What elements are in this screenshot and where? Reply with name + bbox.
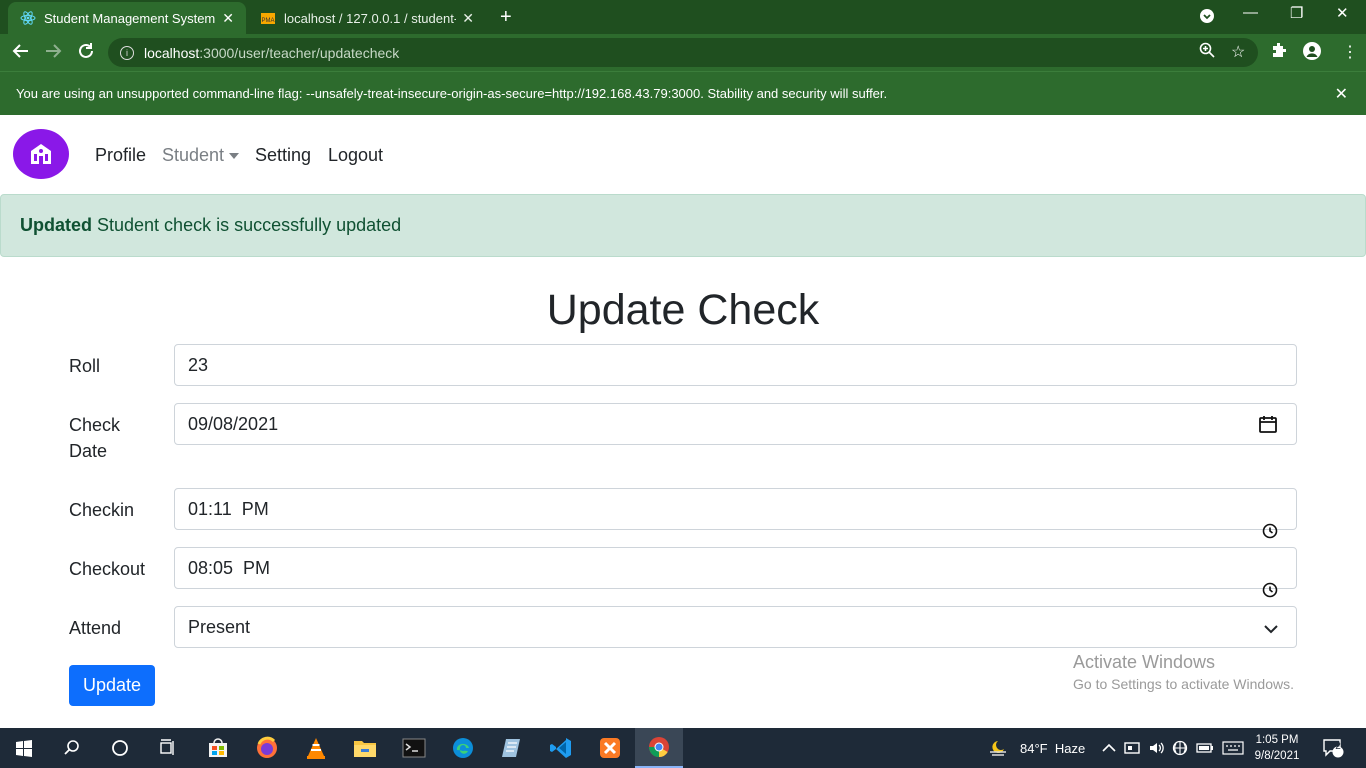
notifications-icon[interactable]: 2 [1322, 728, 1344, 768]
forward-icon[interactable] [44, 42, 62, 65]
attend-select[interactable]: Present [174, 606, 1297, 648]
weather-widget[interactable]: 84°F Haze [988, 728, 1085, 768]
alert-message: Student check is successfully updated [97, 215, 402, 235]
minimize-icon[interactable]: — [1243, 4, 1258, 21]
menu-icon[interactable]: ⋮ [1342, 42, 1358, 62]
network-globe-icon[interactable] [1172, 728, 1188, 768]
windows-start-icon[interactable] [0, 728, 48, 768]
tab-title: Student Management System [44, 10, 216, 26]
weather-haze-icon [988, 738, 1010, 759]
profile-icon[interactable] [1303, 42, 1321, 65]
chevron-down-icon [1264, 620, 1278, 641]
weather-text: 84°F Haze [1020, 740, 1086, 756]
url-bar[interactable]: i localhost:3000/user/teacher/updatechec… [108, 38, 1258, 67]
tray-app-icon[interactable] [1124, 728, 1140, 768]
store-icon[interactable] [194, 728, 242, 768]
check-date-input[interactable]: 09/08/2021 [174, 403, 1297, 445]
close-tab-icon[interactable]: ✕ [222, 10, 234, 27]
roll-input[interactable]: 23 [174, 344, 1297, 386]
calendar-icon[interactable] [1258, 414, 1278, 439]
back-icon[interactable] [12, 42, 30, 65]
checkout-value: 08:05 PM [188, 557, 271, 578]
close-window-icon[interactable]: ✕ [1336, 4, 1349, 22]
caret-down-icon [229, 153, 240, 160]
attend-label: Attend [69, 618, 122, 638]
tab-search-icon[interactable] [1199, 8, 1215, 28]
nav-setting[interactable]: Setting [255, 145, 311, 166]
file-explorer-icon[interactable] [341, 728, 389, 768]
page-title: Update Check [546, 286, 820, 334]
update-button[interactable]: Update [69, 665, 155, 706]
cortana-icon[interactable] [96, 728, 144, 768]
checkin-input[interactable]: 01:11 PM [174, 488, 1297, 539]
tab-phpmyadmin[interactable]: PMA localhost / 127.0.0.1 / student-m ✕ [248, 2, 486, 34]
url-host: localhost [144, 44, 200, 61]
nav-student-label: Student [162, 145, 225, 165]
school-logo-icon[interactable] [13, 129, 69, 179]
zoom-icon[interactable] [1199, 42, 1215, 63]
address-bar-row: i localhost:3000/user/teacher/updatechec… [0, 34, 1366, 71]
keyboard-icon[interactable] [1222, 728, 1244, 768]
edge-icon[interactable] [439, 728, 487, 768]
clock-time: 1:05 PM [1255, 734, 1299, 746]
phpmyadmin-icon: PMA [260, 10, 276, 26]
new-tab-icon[interactable]: + [500, 6, 512, 29]
task-view-icon[interactable] [144, 728, 192, 768]
checkout-input[interactable]: 08:05 PM [174, 547, 1297, 598]
activate-windows-watermark: Activate Windows Go to Settings to activ… [1073, 652, 1294, 692]
search-icon[interactable] [48, 728, 96, 768]
nav-logout[interactable]: Logout [328, 145, 383, 166]
restore-icon[interactable]: ❐ [1290, 4, 1303, 22]
react-icon [20, 10, 36, 26]
warning-text: You are using an unsupported command-lin… [16, 86, 888, 101]
site-info-icon[interactable]: i [120, 45, 134, 60]
close-tab-icon[interactable]: ✕ [462, 10, 474, 27]
vlc-icon[interactable] [292, 728, 340, 768]
battery-icon[interactable] [1196, 728, 1214, 768]
close-warning-icon[interactable]: ✕ [1335, 84, 1348, 104]
windows-taskbar: 84°F Haze 1:05 PM 9/8/2021 2 [0, 728, 1366, 768]
alert-strong: Updated [20, 215, 92, 235]
notification-count: 2 [1335, 741, 1341, 752]
unsupported-flag-warning: You are using an unsupported command-lin… [0, 71, 1366, 115]
watermark-title: Activate Windows [1073, 652, 1216, 672]
vscode-icon[interactable] [537, 728, 585, 768]
reload-icon[interactable] [77, 42, 95, 65]
tab-student-management[interactable]: Student Management System ✕ [8, 2, 246, 34]
volume-icon[interactable] [1148, 728, 1166, 768]
clock-date: 9/8/2021 [1254, 750, 1300, 762]
checkout-label: Checkout [69, 559, 146, 579]
chrome-icon[interactable] [635, 728, 683, 768]
terminal-icon[interactable] [390, 728, 438, 768]
check-date-value: 09/08/2021 [188, 413, 279, 434]
roll-label: Roll [69, 356, 101, 376]
tab-title: localhost / 127.0.0.1 / student-m [284, 10, 457, 26]
bookmark-star-icon[interactable]: ☆ [1231, 42, 1245, 62]
extensions-icon[interactable] [1271, 42, 1287, 63]
app-navbar: Profile Student Setting Logout [0, 115, 1366, 194]
checkin-label: Checkin [69, 500, 135, 520]
system-clock[interactable]: 1:05 PM 9/8/2021 [1252, 732, 1302, 764]
success-alert: Updated Student check is successfully up… [0, 194, 1366, 257]
check-date-label: Check Date [69, 415, 121, 461]
attend-value: Present [188, 616, 251, 637]
browser-tab-bar: Student Management System ✕ PMA localhos… [0, 0, 1366, 34]
checkin-value: 01:11 PM [188, 498, 269, 519]
notepad-icon[interactable] [488, 728, 536, 768]
watermark-subtitle: Go to Settings to activate Windows. [1073, 676, 1294, 692]
nav-profile[interactable]: Profile [95, 145, 146, 166]
svg-text:PMA: PMA [261, 18, 274, 24]
xampp-icon[interactable] [586, 728, 634, 768]
firefox-icon[interactable] [243, 728, 291, 768]
url-path: :3000/user/teacher/updatecheck [199, 44, 400, 61]
tray-chevron-up-icon[interactable] [1102, 728, 1116, 768]
nav-student-dropdown[interactable]: Student [162, 145, 240, 166]
roll-value: 23 [188, 354, 209, 375]
